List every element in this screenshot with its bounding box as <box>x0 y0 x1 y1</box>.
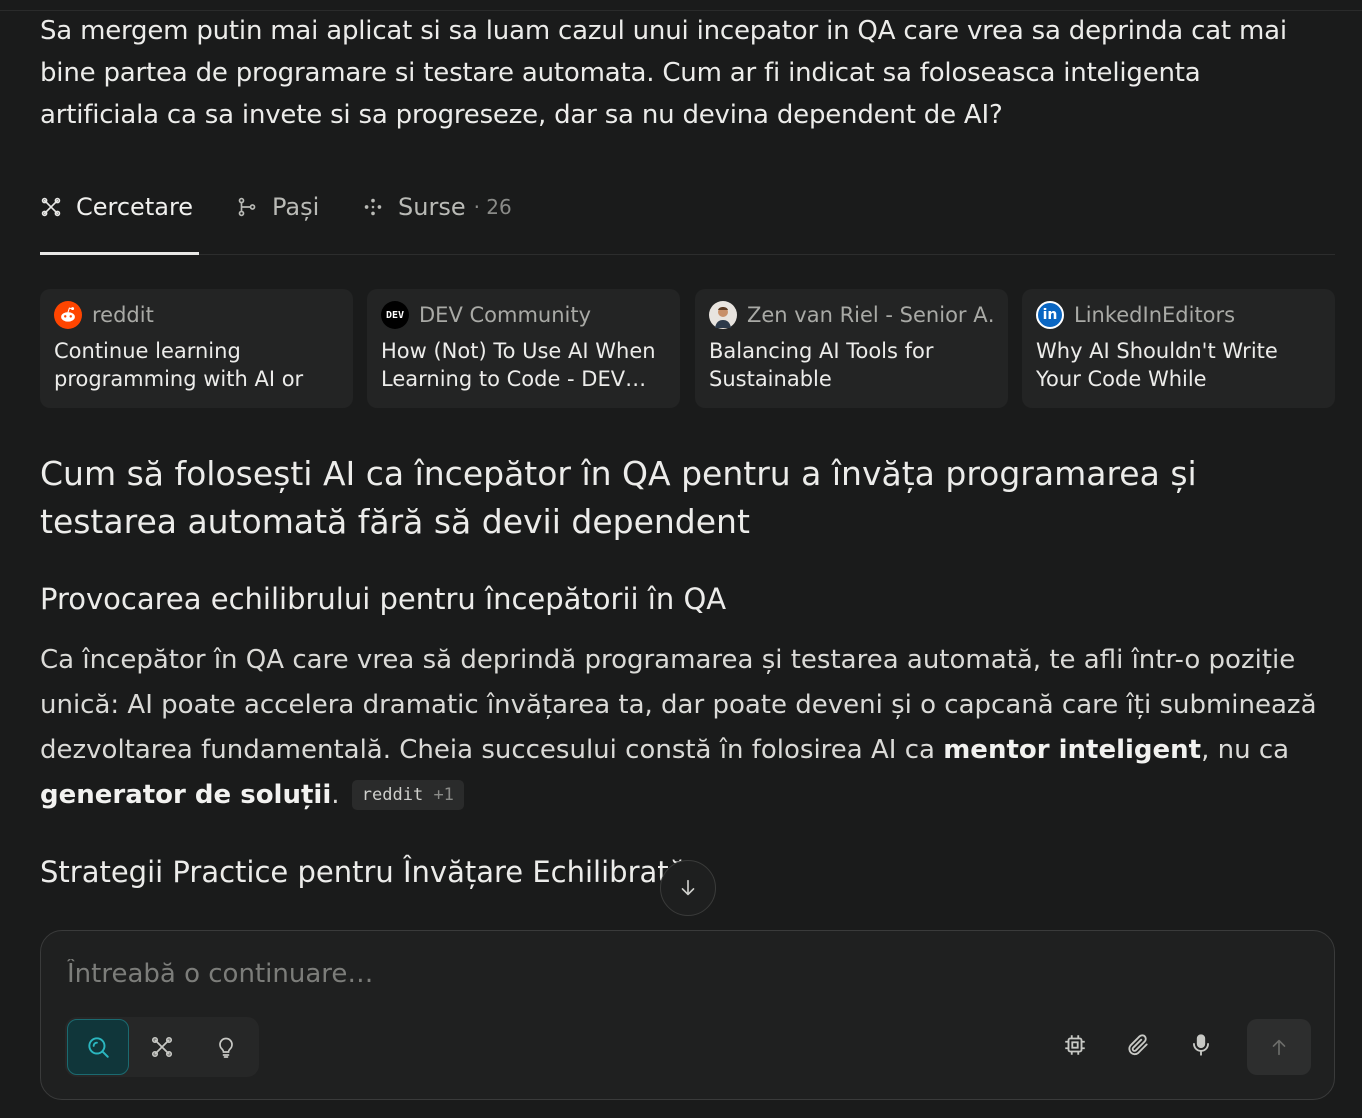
bold-text: generator de soluții <box>40 780 332 810</box>
tab-surse[interactable]: Surse · 26 <box>362 186 512 228</box>
paperclip-icon <box>1128 1034 1148 1056</box>
source-site: LinkedInEditors <box>1074 303 1236 327</box>
attach-button[interactable] <box>1110 1017 1166 1073</box>
answer-paragraph: Ca începător în QA care vrea să deprindă… <box>40 638 1335 818</box>
composer <box>40 930 1335 1100</box>
tab-label: Cercetare <box>76 193 194 221</box>
source-card[interactable]: reddit Continue learning programming wit… <box>40 289 353 408</box>
search-mode-button[interactable] <box>67 1019 129 1075</box>
sources-row: reddit Continue learning programming wit… <box>40 289 1335 408</box>
citation-badge[interactable]: reddit +1 <box>351 780 464 810</box>
tab-pasi[interactable]: Pași <box>236 186 319 228</box>
active-tab-indicator <box>40 252 199 255</box>
search-icon <box>88 1037 109 1058</box>
paragraph-text: . <box>331 780 340 810</box>
sources-count: · 26 <box>473 195 512 219</box>
source-site: Zen van Riel - Senior A… <box>747 303 994 327</box>
source-card[interactable]: in LinkedInEditors Why AI Shouldn't Writ… <box>1022 289 1335 408</box>
microphone-icon <box>1193 1034 1209 1056</box>
source-title: Why AI Shouldn't Write Your Code While L… <box>1036 339 1278 391</box>
source-site: reddit <box>92 303 154 327</box>
research-mode-button[interactable] <box>131 1019 193 1075</box>
followup-input[interactable] <box>65 949 1269 999</box>
voice-button[interactable] <box>1173 1017 1229 1073</box>
send-button[interactable] <box>1247 1019 1311 1075</box>
arrow-down-icon <box>681 879 695 896</box>
source-card[interactable]: DEV DEV Community How (Not) To Use AI Wh… <box>367 289 680 408</box>
arrow-up-icon <box>1272 1039 1286 1056</box>
result-tabs: Cercetare Pași Surse · 26 <box>40 186 1335 255</box>
citation-source: reddit <box>361 785 424 805</box>
source-title: Balancing AI Tools for Sustainable Progr… <box>709 339 934 391</box>
paragraph-text: , nu ca <box>1201 735 1290 765</box>
lightbulb-icon <box>219 1037 233 1058</box>
tab-cercetare[interactable]: Cercetare <box>40 186 193 228</box>
source-title: Continue learning programming with AI or… <box>54 339 304 391</box>
research-icon <box>151 1036 173 1058</box>
source-site: DEV Community <box>419 303 592 327</box>
reddit-icon <box>54 301 82 329</box>
source-title: How (Not) To Use AI When Learning to Cod… <box>381 339 656 391</box>
linkedin-icon: in <box>1036 301 1064 329</box>
scroll-down-button[interactable] <box>660 860 716 916</box>
steps-icon <box>236 196 258 218</box>
tab-label: Pași <box>272 193 320 221</box>
tab-label: Surse <box>398 193 466 221</box>
user-question: Sa mergem putin mai aplicat si sa luam c… <box>40 16 1287 130</box>
answer-title: Cum să folosești AI ca începător în QA p… <box>40 454 1197 541</box>
section-heading: Provocarea echilibrului pentru începător… <box>40 582 727 616</box>
chip-icon <box>1065 1035 1085 1055</box>
bold-text: mentor inteligent <box>943 735 1202 765</box>
model-button[interactable] <box>1047 1017 1103 1073</box>
research-icon <box>40 196 62 218</box>
labs-mode-button[interactable] <box>195 1019 257 1075</box>
sources-icon <box>362 196 384 218</box>
mode-selector <box>65 1017 259 1077</box>
avatar-icon <box>709 301 737 329</box>
source-card[interactable]: Zen van Riel - Senior A… Balancing AI To… <box>695 289 1008 408</box>
dev-icon: DEV <box>381 301 409 329</box>
section-heading: Strategii Practice pentru Învățare Echil… <box>40 855 687 889</box>
citation-more: +1 <box>433 785 454 805</box>
